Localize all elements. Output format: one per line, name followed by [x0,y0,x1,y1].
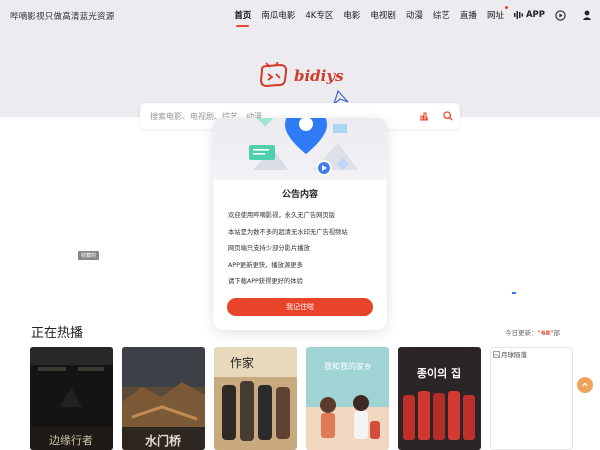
audio-wave-icon [513,11,523,19]
nav-app-label: APP [525,10,545,20]
nav-movies[interactable]: 电影 [343,9,360,21]
popup-title: 公告内容 [281,190,318,200]
svg-text:bidiys: bidiys [294,67,344,85]
new-dot [504,6,508,9]
poster-title: 水门桥 [145,433,182,448]
nav-home[interactable]: 首页 [234,9,251,27]
poster-title: 月球陨落 [501,351,527,359]
poster-card[interactable]: 月球陨落 [490,347,573,450]
poster-title: 作家 [230,355,254,370]
update-suffix: 部 [553,329,561,337]
arrow-up-icon [582,382,588,387]
play-circle-icon[interactable] [555,9,566,21]
nav-tv-series[interactable]: 电视剧 [370,9,396,21]
section-title: 正在热播 [31,326,84,341]
update-count: "68" [537,329,554,337]
nav-urls-label: 网址 [486,11,504,21]
announcement-line: APP更新更快，播放源更多 [228,261,303,269]
nav-variety[interactable]: 综艺 [433,9,450,21]
search-icon[interactable] [436,103,460,129]
poster-card[interactable]: 边缘行者 [30,347,113,450]
poster-card[interactable]: 我和我的家乡 [306,347,389,450]
poster-row: 边缘行者 水门桥 作家 我和我的家乡 종이의 집 月球陨落 [30,347,573,450]
update-stats: 今日更新："68"部 [505,327,560,337]
nav-urls[interactable]: 网址 [486,6,508,21]
announcement-line: 本站是为数不多的超清无水印无广告视频站 [228,228,348,236]
announcement-line: 网页端只支持少部分影片播放 [228,245,310,252]
nav-4k[interactable]: 4K专区 [305,9,333,21]
ad-tag: 收藏的 [78,251,100,260]
announcement-popup: 公告内容 欢迎使用哔嘀影视，永久无广告网页版 本站是为数不多的超清无水印无广告视… [213,118,387,330]
user-icon[interactable] [582,10,592,20]
update-prefix: 今日更新： [505,329,538,337]
nav-app[interactable]: APP [513,10,545,20]
broken-image: 月球陨落 [493,349,527,359]
announcement-line: 请下载APP获得更好的体验 [228,278,303,285]
site-logo[interactable]: bidiys [258,61,370,90]
nav-live[interactable]: 直播 [460,9,477,21]
dismiss-button[interactable]: 我记住啦 [227,298,373,316]
nav-pumpkin-movies[interactable]: 南瓜电影 [261,9,295,21]
location-pin-illustration [249,118,358,176]
poster-card[interactable]: 作家 [214,347,297,450]
poster-title: 边缘行者 [49,434,93,447]
poster-card[interactable]: 水门桥 [122,347,205,450]
announcement-line: 欢迎使用哔嘀影视，永久无广告网页版 [228,212,336,219]
poster-title: 我和我的家乡 [324,361,372,371]
poster-card[interactable]: 종이의 집 [398,347,481,450]
scroll-top-button[interactable] [577,377,593,393]
broken-image-icon [493,350,500,358]
main-nav: 首页 南瓜电影 4K专区 电影 电视剧 动漫 综艺 直播 网址 APP [234,6,592,27]
poster-title: 종이의 집 [417,366,461,380]
indicator-dot [512,292,516,294]
nav-anime[interactable]: 动漫 [406,9,423,21]
site-slogan: 哔嘀影视只做高清蓝光资源 [10,12,115,22]
announcement-list: 欢迎使用哔嘀影视，永久无广告网页版 本站是为数不多的超清无水印无广告视频站 网页… [228,211,348,294]
hot-rank-icon[interactable] [412,103,436,129]
